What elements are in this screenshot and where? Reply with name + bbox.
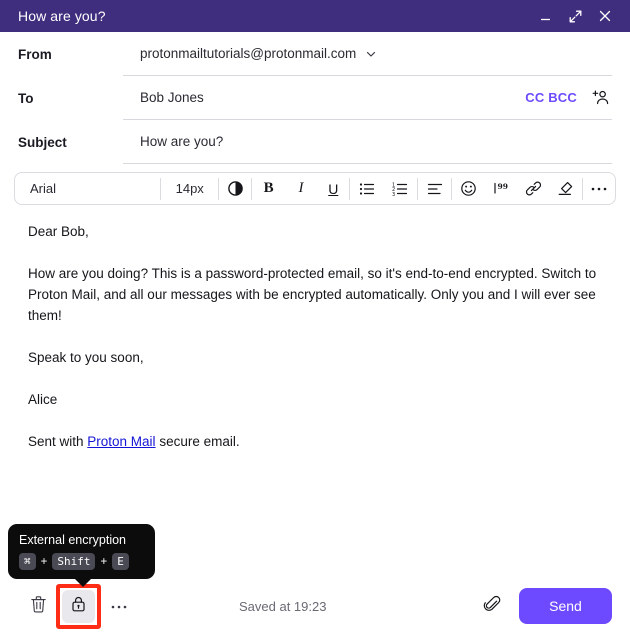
toolbar-more-button[interactable] — [583, 173, 615, 204]
external-encryption-wrapper — [56, 583, 101, 629]
key-separator: + — [100, 555, 108, 568]
encryption-tooltip: External encryption ⌘ + Shift + E — [8, 524, 155, 587]
from-field[interactable]: protonmailtutorials@protonmail.com — [123, 32, 612, 76]
trash-icon — [30, 595, 47, 618]
attachment-button[interactable] — [477, 591, 507, 621]
underline-button[interactable]: U — [317, 173, 349, 204]
close-icon — [599, 10, 611, 22]
compose-header-fields: From protonmailtutorials@protonmail.com … — [0, 32, 630, 164]
italic-icon: I — [298, 180, 304, 196]
from-row: From protonmailtutorials@protonmail.com — [18, 32, 612, 76]
to-row: To Bob Jones CC BCC — [18, 76, 612, 120]
ellipsis-icon — [590, 186, 608, 192]
emoji-button[interactable] — [452, 173, 484, 204]
quote-button[interactable]: 99 — [485, 173, 517, 204]
chevron-down-icon[interactable] — [365, 48, 377, 60]
body-paragraph: How are you doing? This is a password-pr… — [28, 266, 597, 323]
tooltip-arrow — [74, 578, 92, 587]
contrast-circle-icon — [227, 180, 244, 197]
minimize-button[interactable] — [530, 2, 560, 30]
underline-icon: U — [328, 180, 339, 197]
font-family-select[interactable]: Arial — [15, 173, 160, 204]
footer-prefix: Sent with — [28, 434, 88, 449]
to-field[interactable]: Bob Jones CC BCC — [123, 76, 612, 120]
proton-mail-link[interactable]: Proton Mail — [87, 434, 155, 449]
bold-icon: B — [263, 180, 274, 196]
saved-status: Saved at 19:23 — [239, 598, 327, 614]
footer-suffix: secure email. — [155, 434, 240, 449]
numbered-list-button[interactable]: 1 2 3 — [384, 173, 417, 204]
italic-button[interactable]: I — [285, 173, 317, 204]
lock-icon — [70, 595, 87, 618]
compose-more-options-button[interactable] — [103, 590, 135, 622]
tooltip-title: External encryption — [19, 533, 127, 547]
key-shift: Shift — [52, 553, 96, 570]
to-label: To — [18, 90, 34, 106]
font-size-select[interactable]: 14px — [161, 173, 218, 204]
send-button[interactable]: Send — [519, 588, 612, 624]
quote-icon: 99 — [493, 181, 509, 196]
editor-toolbar: Arial 14px B I U 1 2 3 99 — [14, 172, 616, 205]
ellipsis-icon — [110, 597, 128, 615]
key-e: E — [112, 553, 129, 570]
subject-field[interactable]: How are you? — [123, 120, 612, 164]
compose-bottom-bar: Saved at 19:23 Send — [0, 579, 630, 633]
svg-text:3: 3 — [392, 191, 395, 195]
close-button[interactable] — [590, 2, 620, 30]
expand-button[interactable] — [560, 2, 590, 30]
from-value: protonmailtutorials@protonmail.com — [140, 46, 357, 61]
expand-icon — [569, 10, 581, 22]
link-icon — [525, 180, 542, 197]
paperclip-icon — [483, 595, 501, 618]
add-contact-icon[interactable] — [591, 88, 610, 107]
window-title: How are you? — [18, 8, 106, 24]
tooltip-shortcut: ⌘ + Shift + E — [19, 553, 144, 570]
editor-toolbar-wrapper: Arial 14px B I U 1 2 3 99 — [0, 164, 630, 205]
emoji-icon — [460, 180, 477, 197]
body-signature: Alice — [28, 392, 58, 407]
key-separator: + — [40, 555, 48, 568]
cc-bcc-toggle[interactable]: CC BCC — [525, 90, 577, 105]
external-encryption-button[interactable] — [62, 589, 95, 623]
minimize-icon — [540, 18, 550, 20]
svg-text:99: 99 — [497, 182, 507, 191]
clear-formatting-button[interactable] — [549, 173, 581, 204]
title-bar: How are you? — [0, 0, 630, 32]
text-color-button[interactable] — [219, 173, 251, 204]
body-footer: Sent with Proton Mail secure email. — [28, 431, 606, 452]
subject-label: Subject — [18, 134, 67, 150]
body-greeting: Dear Bob, — [28, 224, 89, 239]
compose-window: How are you? From protonmailtutorials@pr… — [0, 0, 630, 633]
link-button[interactable] — [517, 173, 549, 204]
subject-value: How are you? — [140, 134, 224, 149]
align-button[interactable] — [418, 173, 451, 204]
to-value: Bob Jones — [140, 90, 204, 105]
message-body[interactable]: Dear Bob, How are you doing? This is a p… — [0, 205, 630, 579]
align-left-icon — [427, 182, 443, 196]
eraser-icon — [557, 180, 574, 197]
delete-draft-button[interactable] — [22, 590, 54, 622]
bulleted-list-button[interactable] — [350, 173, 383, 204]
from-label: From — [18, 46, 52, 62]
numbered-list-icon: 1 2 3 — [392, 182, 408, 196]
bold-button[interactable]: B — [252, 173, 284, 204]
bulleted-list-icon — [359, 182, 375, 196]
body-closing: Speak to you soon, — [28, 350, 144, 365]
key-command: ⌘ — [19, 553, 36, 570]
subject-row: Subject How are you? — [18, 120, 612, 164]
